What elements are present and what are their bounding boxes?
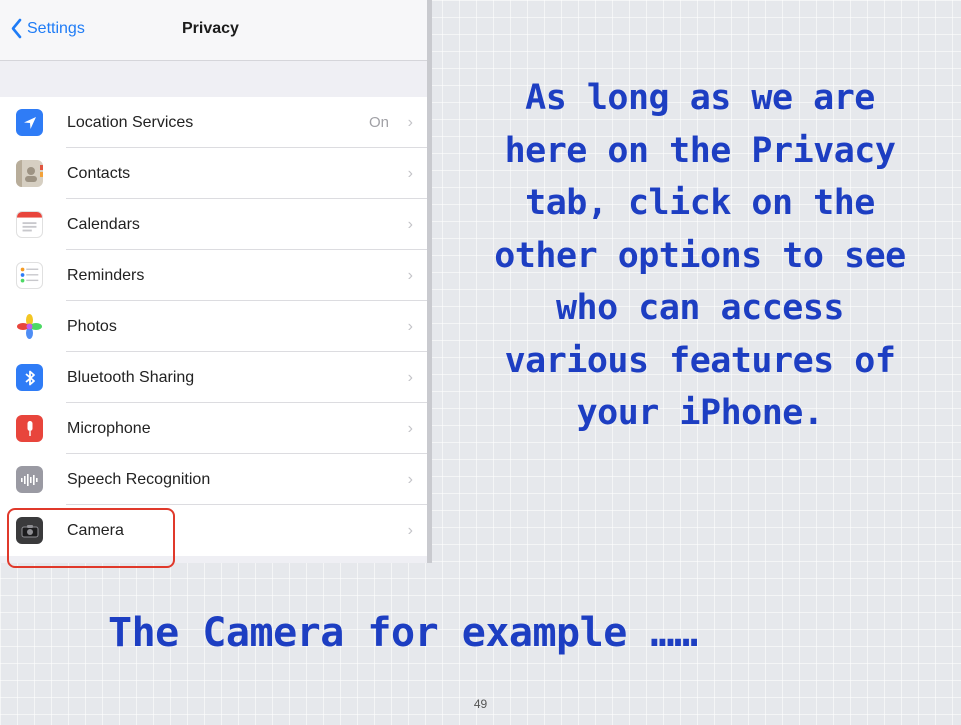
list-item-reminders[interactable]: Reminders › <box>0 250 427 301</box>
row-label: Location Services <box>67 113 194 131</box>
chevron-right-icon: › <box>407 266 413 284</box>
caption-line: your iPhone. <box>576 393 824 433</box>
speech-waveform-icon <box>16 466 43 493</box>
caption-line: As long as we are <box>525 78 875 118</box>
contacts-icon <box>16 160 43 187</box>
row-label: Microphone <box>67 419 151 437</box>
chevron-right-icon: › <box>407 317 413 335</box>
row-label: Speech Recognition <box>67 470 211 488</box>
reminders-list-icon <box>16 262 43 289</box>
row-label: Bluetooth Sharing <box>67 368 195 386</box>
list-item-speech-recognition[interactable]: Speech Recognition › <box>0 454 427 505</box>
instruction-caption: As long as we are here on the Privacy ta… <box>458 72 942 440</box>
row-label: Contacts <box>67 164 131 182</box>
bluetooth-icon <box>16 364 43 391</box>
chevron-right-icon: › <box>407 470 413 488</box>
chevron-right-icon: › <box>407 113 413 131</box>
list-item-calendars[interactable]: Calendars › <box>0 199 427 250</box>
camera-highlight-box <box>7 508 175 568</box>
location-arrow-icon <box>16 109 43 136</box>
row-value: On <box>368 114 389 131</box>
list-item-contacts[interactable]: Contacts › <box>0 148 427 199</box>
photos-flower-icon <box>16 313 43 340</box>
chevron-left-icon <box>11 18 22 39</box>
row-label: Calendars <box>67 215 140 233</box>
calendar-icon <box>16 211 43 238</box>
caption-line: who can access <box>555 288 845 328</box>
chevron-right-icon: › <box>407 215 413 233</box>
chevron-right-icon: › <box>407 521 413 539</box>
list-item-photos[interactable]: Photos › <box>0 301 427 352</box>
page-title: Privacy <box>182 20 239 37</box>
back-button[interactable]: Settings <box>10 18 85 39</box>
list-item-bluetooth-sharing[interactable]: Bluetooth Sharing › <box>0 352 427 403</box>
navigation-bar: Settings Privacy <box>0 0 427 61</box>
list-item-microphone[interactable]: Microphone › <box>0 403 427 454</box>
chevron-right-icon: › <box>407 419 413 437</box>
row-label: Reminders <box>67 266 145 284</box>
caption-line: various features of <box>504 340 896 381</box>
example-text: The Camera for example …… <box>108 610 698 656</box>
chevron-right-icon: › <box>407 368 413 386</box>
privacy-list: Location Services On › Contacts › Calend… <box>0 97 427 556</box>
caption-line: here on the Privacy <box>504 130 896 171</box>
caption-line: tab, click on the <box>525 183 875 223</box>
page-number: 49 <box>473 697 488 711</box>
row-label: Photos <box>67 317 117 335</box>
chevron-right-icon: › <box>407 164 413 182</box>
microphone-icon <box>16 415 43 442</box>
list-item-location-services[interactable]: Location Services On › <box>0 97 427 148</box>
privacy-settings-panel: Settings Privacy Location Services On › <box>0 0 427 563</box>
panel-divider <box>427 0 432 563</box>
caption-line: other options to see <box>494 235 906 276</box>
back-button-label: Settings <box>27 19 85 37</box>
